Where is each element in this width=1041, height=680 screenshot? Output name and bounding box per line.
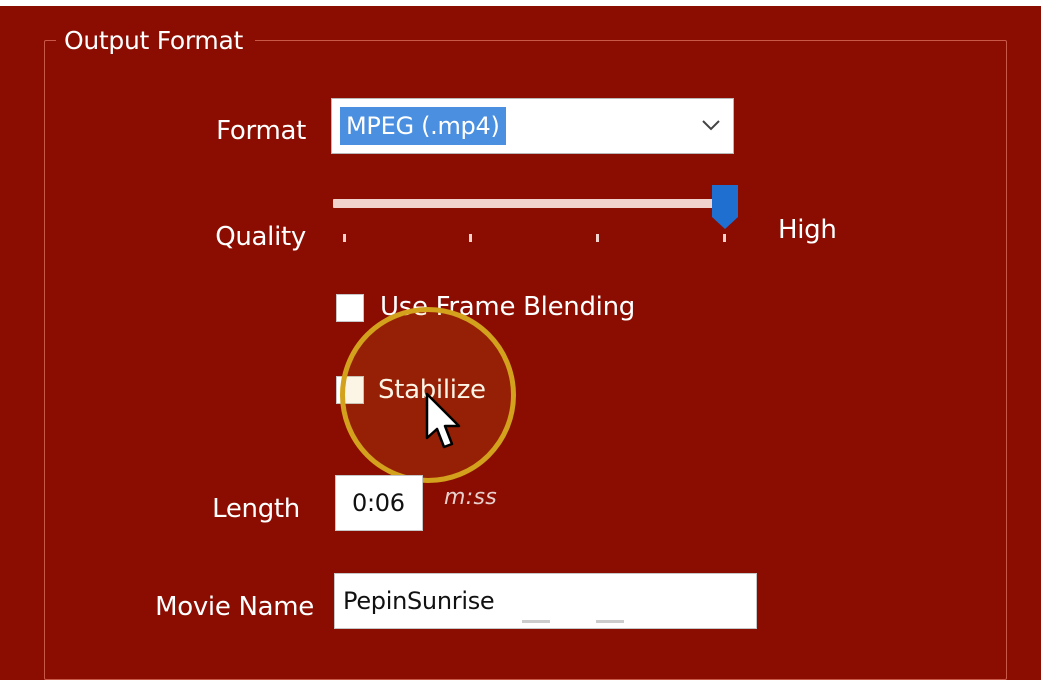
format-dropdown[interactable]: MPEG (.mp4) xyxy=(331,98,734,154)
quality-tick xyxy=(469,234,472,242)
movie-name-label: Movie Name xyxy=(155,592,314,622)
format-label: Format xyxy=(216,116,306,146)
frame-blending-checkbox[interactable] xyxy=(336,294,364,322)
quality-label: Quality xyxy=(215,222,306,252)
quality-tick xyxy=(343,234,346,242)
output-format-title: Output Format xyxy=(56,26,255,56)
quality-tick xyxy=(596,234,599,242)
mouse-cursor-icon xyxy=(425,392,461,449)
format-selected-value: MPEG (.mp4) xyxy=(340,107,506,145)
length-format-hint: m:ss xyxy=(444,485,497,510)
quality-slider-thumb[interactable] xyxy=(710,183,740,231)
quality-tick xyxy=(723,234,726,242)
top-edge xyxy=(0,0,1041,6)
length-input[interactable]: 0:06 xyxy=(335,475,423,531)
quality-high-label: High xyxy=(778,215,837,245)
quality-slider-track[interactable] xyxy=(333,199,725,208)
text-marker xyxy=(522,620,550,623)
text-marker xyxy=(596,620,624,623)
length-label: Length xyxy=(212,494,300,524)
chevron-down-icon[interactable] xyxy=(699,115,723,135)
